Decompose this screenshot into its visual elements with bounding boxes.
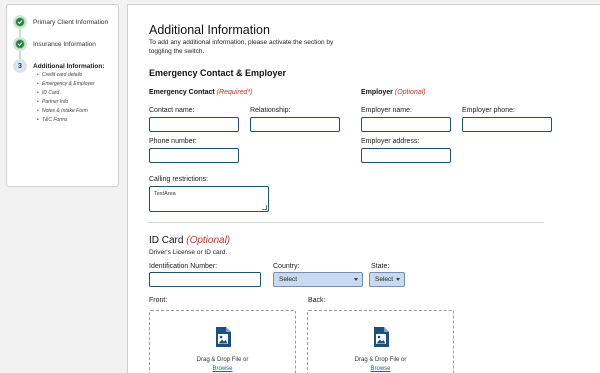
front-label: Front: <box>149 297 168 304</box>
check-icon <box>17 20 23 25</box>
main-panel: Additional Information To add any additi… <box>127 4 600 373</box>
calling-restrictions-label: Calling restrictions: <box>149 176 209 183</box>
step-insurance[interactable]: Insurance Information <box>13 37 96 51</box>
resize-grip-icon[interactable] <box>262 205 267 210</box>
employer-address-label: Employer address: <box>361 138 420 145</box>
substep-item[interactable]: ID Card <box>37 89 95 98</box>
step-number: 3 <box>13 59 27 73</box>
contact-name-input[interactable] <box>149 117 239 132</box>
emergency-heading-text: Emergency Contact <box>149 89 215 96</box>
page-title: Additional Information <box>149 23 270 37</box>
back-label: Back: <box>308 297 326 304</box>
emergency-heading: Emergency Contact (Required*) <box>149 89 253 96</box>
country-select[interactable]: Select <box>273 272 363 287</box>
country-select-value: Select <box>279 276 298 283</box>
step-label: Primary Client Information <box>33 18 109 26</box>
browse-link[interactable]: Browse <box>150 366 295 372</box>
employer-heading: Employer (Optional) <box>361 89 426 96</box>
section-divider <box>148 222 544 223</box>
check-icon <box>17 42 23 47</box>
image-file-icon <box>216 327 231 347</box>
page-subtitle-line1: To add any additional information, pleas… <box>149 39 334 46</box>
calling-restrictions-textarea[interactable]: TextArea <box>149 186 269 212</box>
section-title: Emergency Contact & Employer <box>149 68 287 78</box>
identification-number-input[interactable] <box>149 272 261 287</box>
employer-address-input[interactable] <box>361 148 451 163</box>
front-dropzone[interactable]: Drag & Drop File or Browse <box>149 310 296 373</box>
step-primary-client[interactable]: Primary Client Information <box>13 15 108 29</box>
step-label: Additional Information: <box>33 62 105 70</box>
id-card-heading: ID Card (Optional) <box>149 235 230 246</box>
dropzone-text: Drag & Drop File or <box>354 357 407 363</box>
stepper-connector <box>19 29 21 37</box>
identification-number-label: Identification Number: <box>149 263 218 270</box>
substep-item[interactable]: Partner Info <box>37 98 95 107</box>
employer-name-input[interactable] <box>361 117 451 132</box>
state-select[interactable]: Select <box>369 272 405 287</box>
dropzone-text: Drag & Drop File or <box>196 357 249 363</box>
chevron-down-icon <box>354 278 358 281</box>
id-card-heading-text: ID Card <box>149 235 184 246</box>
optional-tag: (Optional) <box>186 235 231 246</box>
substep-list: Credit card details Emergency & Employer… <box>37 71 95 125</box>
phone-number-input[interactable] <box>149 148 239 163</box>
back-dropzone[interactable]: Drag & Drop File or Browse <box>307 310 454 373</box>
relationship-input[interactable] <box>250 117 340 132</box>
textarea-placeholder: TextArea <box>154 191 176 197</box>
phone-number-label: Phone number: <box>149 138 197 145</box>
substep-item[interactable]: Credit card details <box>37 71 95 80</box>
step-done-indicator <box>13 37 27 51</box>
employer-name-label: Employer name: <box>361 107 412 114</box>
substep-item[interactable]: T&C Forms <box>37 116 95 125</box>
employer-phone-input[interactable] <box>462 117 552 132</box>
employer-heading-text: Employer <box>361 89 393 96</box>
substep-item[interactable]: Emergency & Employer <box>37 80 95 89</box>
step-done-indicator <box>13 15 27 29</box>
browse-link[interactable]: Browse <box>308 366 453 372</box>
step-label: Insurance Information <box>33 40 96 48</box>
stepper-sidebar: Primary Client Information Insurance Inf… <box>6 4 119 187</box>
optional-tag: (Optional) <box>394 89 426 96</box>
state-select-value: Select <box>375 276 394 283</box>
image-file-icon <box>374 327 389 347</box>
substep-item[interactable]: Notes & Intake Form <box>37 107 95 116</box>
country-label: Country: <box>273 263 300 270</box>
employer-phone-label: Employer phone: <box>462 107 515 114</box>
chevron-down-icon <box>396 278 400 281</box>
contact-name-label: Contact name: <box>149 107 195 114</box>
required-tag: (Required*) <box>216 89 253 96</box>
relationship-label: Relationship: <box>250 107 291 114</box>
id-card-subtitle: Driver's License or ID card. <box>149 249 228 256</box>
state-label: State: <box>371 263 390 270</box>
page-subtitle-line2: toggling the switch. <box>149 48 205 55</box>
stepper-connector <box>19 51 21 59</box>
